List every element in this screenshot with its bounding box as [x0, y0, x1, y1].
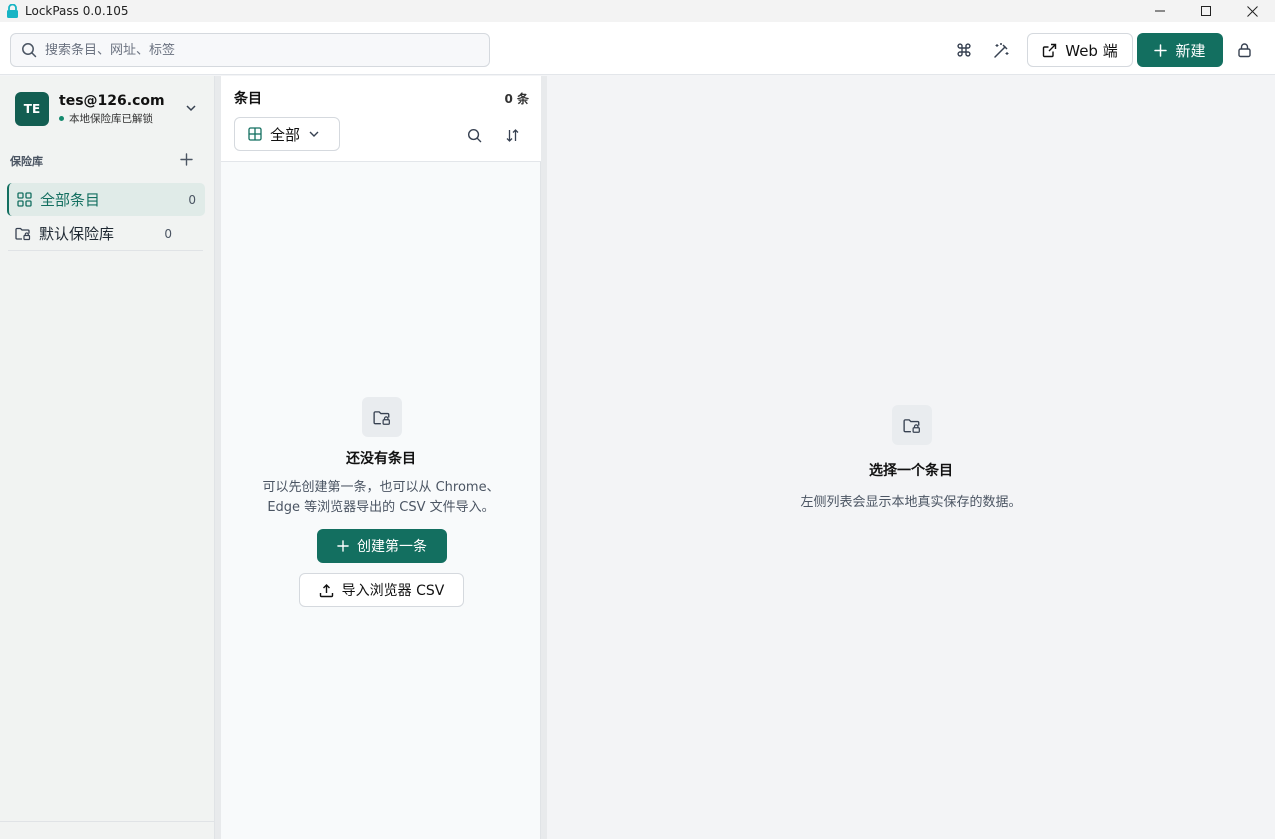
- empty-state-description: 可以先创建第一条，也可以从 Chrome、 Edge 等浏览器导出的 CSV 文…: [221, 478, 541, 518]
- chevron-down-icon: [186, 105, 196, 112]
- minimize-icon: [1155, 10, 1165, 12]
- sidebar-item-count: 0: [188, 192, 196, 207]
- sidebar-item-count: 0: [164, 226, 172, 241]
- search-box[interactable]: [10, 33, 490, 67]
- divider: [0, 821, 215, 822]
- lock-vault-button[interactable]: [1231, 37, 1257, 63]
- status-dot-icon: [59, 115, 64, 121]
- table-grid-icon: [248, 127, 262, 141]
- chevron-down-icon: [309, 131, 319, 137]
- add-vault-button[interactable]: [177, 150, 195, 168]
- entries-search-button[interactable]: [463, 124, 485, 146]
- maximize-icon: [1201, 6, 1211, 16]
- title-bar: LockPass 0.0.105: [0, 0, 1275, 22]
- create-first-entry-label: 创建第一条: [357, 539, 427, 555]
- type-filter-label: 全部: [270, 125, 301, 144]
- entries-header: 条目 0 条 全部: [221, 76, 541, 162]
- sort-arrows-icon: [506, 128, 518, 142]
- empty-state-title: 还没有条目: [346, 451, 416, 467]
- search-icon: [22, 43, 37, 58]
- search-input[interactable]: [45, 42, 465, 58]
- command-palette-button[interactable]: [951, 37, 977, 63]
- plus-icon: [337, 540, 349, 552]
- sidebar-item-label: 全部条目: [40, 191, 101, 209]
- top-toolbar: Web 端 新建: [0, 22, 1275, 75]
- minimize-button[interactable]: [1137, 0, 1183, 22]
- sidebar-item-label: 默认保险库: [39, 225, 115, 243]
- sidebar-item-all-entries[interactable]: 全部条目 0: [7, 183, 205, 216]
- detail-panel: 选择一个条目 左侧列表会显示本地真实保存的数据。: [547, 76, 1275, 839]
- close-button[interactable]: [1229, 0, 1275, 22]
- type-filter-dropdown[interactable]: 全部: [234, 117, 340, 151]
- divider: [8, 250, 203, 251]
- maximize-button[interactable]: [1183, 0, 1229, 22]
- upload-icon: [319, 583, 333, 597]
- command-icon: [957, 43, 971, 57]
- entries-panel: 条目 0 条 全部 还没有条目 可以先创建第一条，也可以从 Chrome、 Ed…: [221, 76, 541, 839]
- app-lock-icon: [5, 4, 19, 18]
- window-title: LockPass 0.0.105: [25, 4, 129, 18]
- import-csv-button[interactable]: 导入浏览器 CSV: [299, 573, 464, 607]
- sidebar: TE tes@126.com 本地保险库已解锁 保险库 全部条目 0 默认保险库…: [0, 76, 215, 839]
- grid-icon: [17, 192, 32, 207]
- empty-state-description-line: 可以先创建第一条，也可以从 Chrome、: [262, 480, 500, 495]
- generator-button[interactable]: [988, 37, 1014, 63]
- lock-icon: [1237, 43, 1251, 58]
- external-link-icon: [1043, 43, 1057, 57]
- account-email: tes@126.com: [59, 92, 165, 109]
- account-switcher[interactable]: TE tes@126.com 本地保险库已解锁: [15, 91, 205, 127]
- search-icon: [467, 128, 481, 142]
- close-icon: [1246, 5, 1258, 17]
- empty-state-icon-box: [362, 397, 402, 437]
- sidebar-item-default-vault[interactable]: 默认保险库 0: [7, 217, 205, 250]
- avatar: TE: [15, 92, 49, 126]
- detail-empty-description: 左侧列表会显示本地真实保存的数据。: [800, 495, 1022, 510]
- detail-empty-title: 选择一个条目: [869, 463, 953, 479]
- new-entry-button[interactable]: 新建: [1137, 33, 1223, 67]
- plus-icon: [1154, 43, 1168, 57]
- plus-icon: [179, 152, 193, 166]
- vault-status-text: 本地保险库已解锁: [69, 112, 153, 125]
- folder-lock-icon: [15, 227, 31, 241]
- empty-state-icon-box: [892, 405, 932, 445]
- magic-wand-icon: [993, 42, 1008, 58]
- new-entry-label: 新建: [1175, 41, 1206, 60]
- entries-count: 0 条: [504, 92, 529, 106]
- import-csv-label: 导入浏览器 CSV: [341, 583, 445, 599]
- create-first-entry-button[interactable]: 创建第一条: [317, 529, 447, 563]
- empty-state-description-line: Edge 等浏览器导出的 CSV 文件导入。: [267, 500, 495, 515]
- entries-title: 条目: [234, 91, 262, 107]
- vault-section-title: 保险库: [10, 155, 43, 168]
- sort-button[interactable]: [501, 124, 523, 146]
- folder-lock-icon: [903, 418, 920, 433]
- web-client-button[interactable]: Web 端: [1027, 33, 1133, 67]
- vault-status: 本地保险库已解锁: [59, 111, 165, 126]
- web-client-label: Web 端: [1065, 41, 1118, 60]
- folder-lock-icon: [373, 410, 390, 425]
